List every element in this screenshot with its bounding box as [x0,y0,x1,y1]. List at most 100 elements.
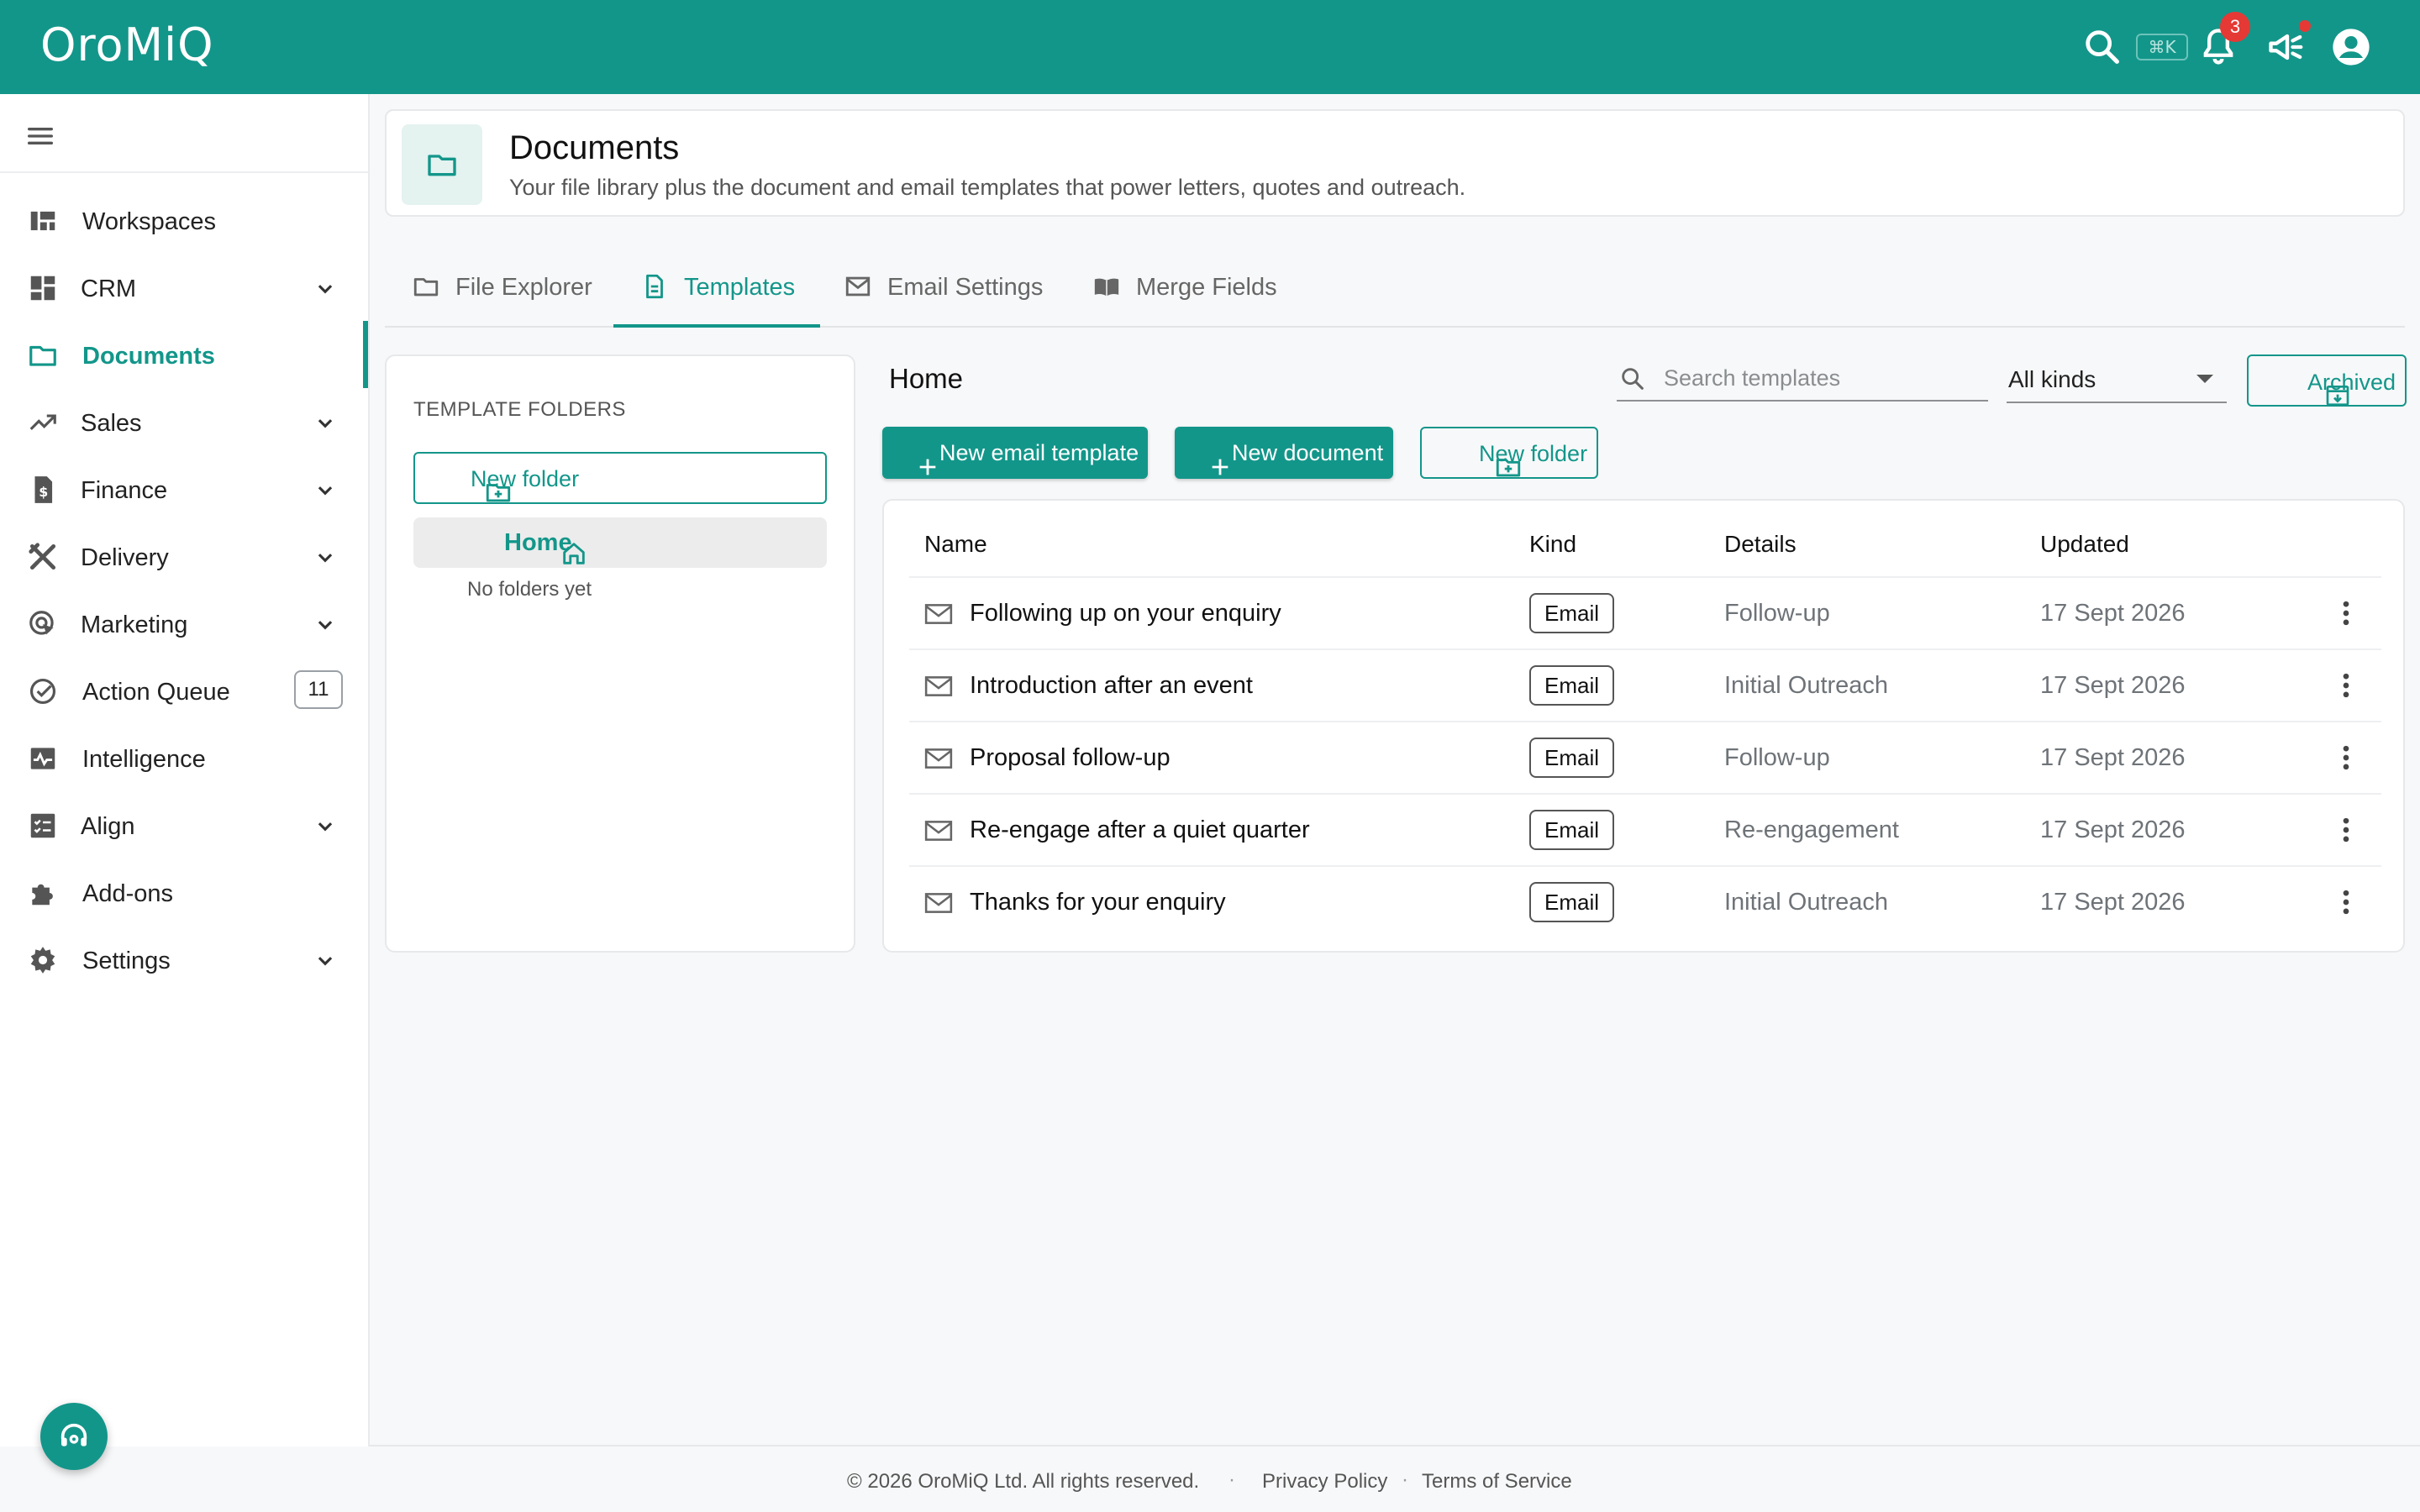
sidebar-item-crm[interactable]: CRM [0,259,368,318]
more-vertical-icon[interactable] [2329,885,2363,919]
breadcrumb: Home [889,363,964,394]
chevron-down-icon[interactable] [311,946,339,974]
menu-toggle-icon[interactable] [24,119,57,153]
template-name[interactable]: Re-engage after a quiet quarter [970,816,1310,844]
sidebar-item-label: CRM [81,276,137,302]
tab-email-settings[interactable]: Email Settings [820,252,1072,326]
tab-file-explorer[interactable]: File Explorer [385,252,603,326]
table-row[interactable]: Proposal follow-up Email Follow-up 17 Se… [909,721,2381,793]
new-email-template-button[interactable]: New email template [882,427,1148,479]
svg-text:$: $ [39,484,48,500]
template-name[interactable]: Introduction after an event [970,672,1253,700]
search-field[interactable] [1617,356,1988,402]
account-icon[interactable] [2329,25,2373,69]
chevron-down-icon[interactable] [311,274,339,302]
trending-up-icon [27,407,59,438]
table-row[interactable]: Introduction after an event Email Initia… [909,648,2381,721]
more-vertical-icon[interactable] [2329,813,2363,847]
chevron-down-icon[interactable] [311,811,339,840]
sidebar-item-sales[interactable]: Sales [0,393,368,452]
app-logo[interactable]: OroMiQ [40,18,214,71]
template-details: Re-engagement [1724,816,1899,843]
table-row[interactable]: Following up on your enquiry Email Follo… [909,576,2381,648]
mail-icon [924,892,953,914]
template-name[interactable]: Thanks for your enquiry [970,889,1226,916]
active-indicator [363,321,368,388]
template-details: Initial Outreach [1724,672,1889,699]
new-folder-button[interactable]: New folder [1420,427,1598,479]
sidebar-item-label: Marketing [81,612,188,638]
template-updated: 17 Sept 2026 [2040,600,2186,627]
new-folder-sidebar-button[interactable]: New folder [413,452,827,504]
column-header-name[interactable]: Name [924,531,987,558]
sidebar-item-label: Delivery [81,544,169,571]
sidebar-item-delivery[interactable]: Delivery [0,528,368,586]
sidebar: Workspaces CRM Documents Sales $ Finance… [0,94,370,1446]
kind-chip: Email [1529,593,1615,633]
terms-of-service-link[interactable]: Terms of Service [1422,1470,1572,1494]
sidebar-item-settings[interactable]: Settings [0,931,368,990]
new-folder-label: New folder [471,466,580,491]
privacy-policy-link[interactable]: Privacy Policy [1262,1470,1387,1494]
chevron-down-icon[interactable] [311,543,339,571]
tab-merge-fields[interactable]: Merge Fields [1084,252,1311,326]
column-header-details[interactable]: Details [1724,531,1797,558]
sidebar-item-add-ons[interactable]: Add-ons [0,864,368,922]
announcement-dot [2299,20,2311,32]
archived-label: Archived [2307,370,2396,395]
table-row[interactable]: Re-engage after a quiet quarter Email Re… [909,793,2381,865]
action-queue-count-badge: 11 [294,670,343,709]
table-row[interactable]: Thanks for your enquiry Email Initial Ou… [909,865,2381,937]
template-details: Follow-up [1724,744,1830,771]
notification-count-badge: 3 [2220,12,2250,42]
template-folders-panel: TEMPLATE FOLDERS New folder Home No fold… [385,354,855,953]
folder-item-home[interactable]: Home [413,517,827,568]
new-document-button[interactable]: New document [1175,427,1393,479]
support-button[interactable] [40,1403,108,1470]
more-vertical-icon[interactable] [2329,596,2363,630]
top-bar: OroMiQ ⌘K 3 [0,0,2420,94]
new-folder-label: New folder [1479,441,1588,466]
footer: © 2026 OroMiQ Ltd. All rights reserved. … [370,1445,2420,1512]
sidebar-item-documents[interactable]: Documents [0,321,368,388]
chevron-down-icon[interactable] [311,408,339,437]
sidebar-item-label: Settings [82,948,171,974]
check-circle-icon [27,675,59,707]
sidebar-item-workspaces[interactable]: Workspaces [0,192,368,250]
sidebar-item-marketing[interactable]: Marketing [0,595,368,654]
gear-icon [27,944,59,976]
template-updated: 17 Sept 2026 [2040,816,2186,843]
sidebar-item-label: Documents [82,343,215,370]
template-updated: 17 Sept 2026 [2040,744,2186,771]
footer-separator: · [1228,1468,1235,1491]
column-header-kind[interactable]: Kind [1529,531,1576,558]
search-input[interactable] [1664,361,1983,395]
new-document-label: New document [1232,440,1384,465]
sidebar-item-finance[interactable]: $ Finance [0,460,368,519]
more-vertical-icon[interactable] [2329,669,2363,702]
megaphone-icon[interactable] [2265,25,2309,69]
checklist-icon [27,810,59,842]
sidebar-item-align[interactable]: Align [0,796,368,855]
sidebar-item-intelligence[interactable]: Intelligence [0,729,368,788]
chevron-down-icon[interactable] [311,610,339,638]
more-vertical-icon[interactable] [2329,741,2363,774]
tab-label: Merge Fields [1136,274,1277,301]
sidebar-item-label: Workspaces [82,208,217,235]
template-name[interactable]: Following up on your enquiry [970,600,1281,627]
template-name[interactable]: Proposal follow-up [970,744,1171,772]
sidebar-item-action-queue[interactable]: Action Queue 11 [0,662,368,721]
kind-filter-select[interactable]: All kinds [2007,356,2227,403]
search-icon[interactable] [2081,25,2124,69]
column-header-updated[interactable]: Updated [2040,531,2129,558]
kind-chip: Email [1529,738,1615,778]
mail-icon [924,748,953,769]
chevron-down-icon[interactable] [311,475,339,504]
pulse-chart-icon [27,743,59,774]
tab-templates[interactable]: Templates [613,252,820,328]
page-icon-tile [402,124,482,205]
archived-button[interactable]: Archived [2247,354,2407,407]
shortcut-hint: ⌘K [2136,34,2188,60]
sidebar-item-label: Sales [81,410,142,437]
sidebar-item-label: Intelligence [82,746,206,773]
